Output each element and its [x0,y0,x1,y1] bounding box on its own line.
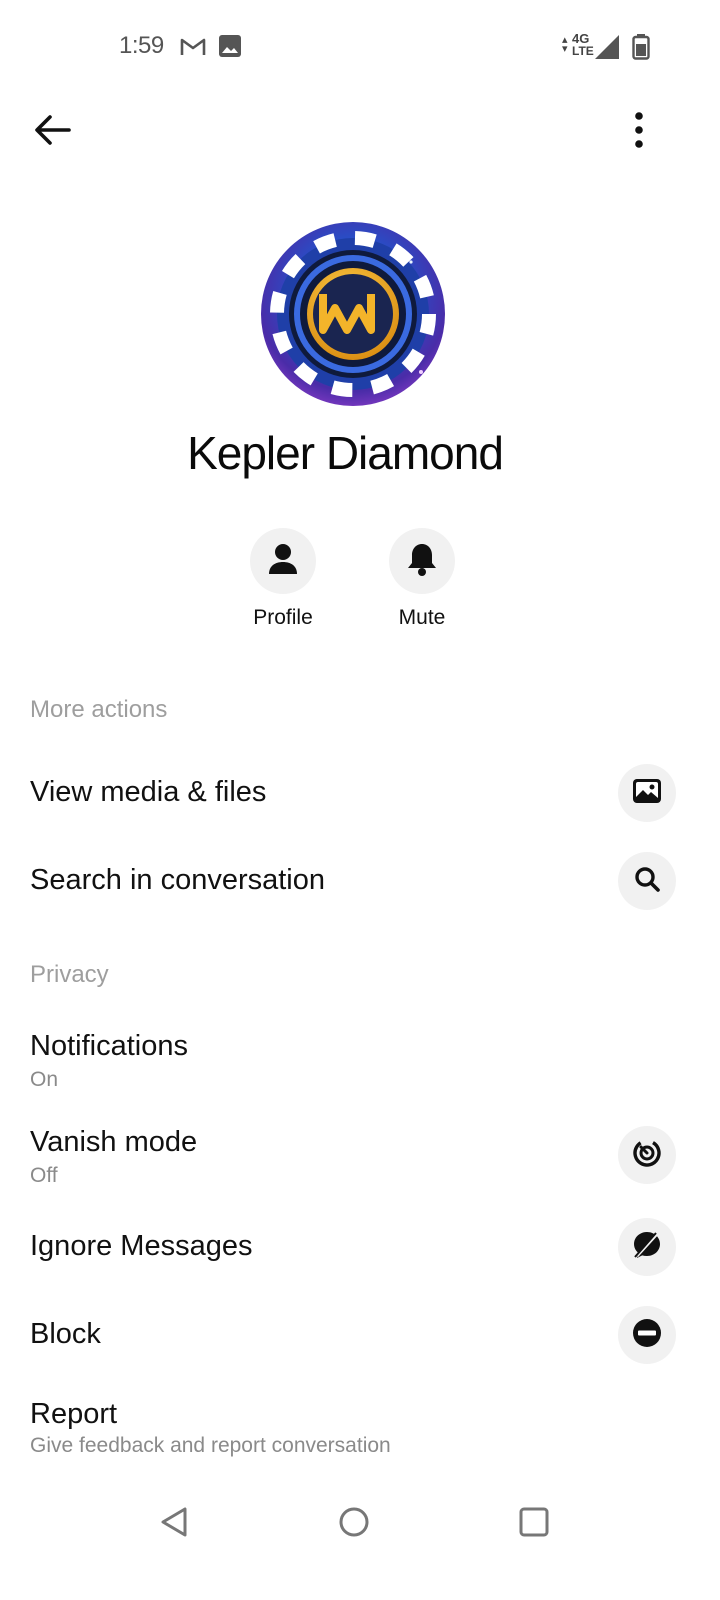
person-icon [268,543,298,580]
avatar[interactable] [261,222,445,406]
image-icon [633,778,661,808]
notifications-row[interactable]: Notifications On [0,1028,720,1098]
block-button[interactable] [618,1306,676,1364]
block-icon [632,1318,662,1353]
mute-label: Mute [398,606,446,629]
network-type-bottom: LTE [572,44,594,58]
privacy-header: Privacy [30,961,109,988]
more-actions-header: More actions [30,696,168,723]
vanish-mode-icon [632,1138,662,1173]
status-time: 1:59 [119,32,164,59]
view-media-button[interactable] [618,764,676,822]
nav-home-button[interactable] [332,1502,376,1546]
profile-label: Profile [253,606,313,629]
row-title: Search in conversation [30,864,325,896]
search-in-conversation-row[interactable]: Search in conversation [0,850,720,912]
back-button[interactable] [28,110,76,154]
gmail-icon [180,37,206,57]
row-title: Report [30,1398,118,1430]
row-title: Block [30,1318,101,1350]
home-circle-icon [338,1506,370,1543]
profile-icon-circle[interactable] [250,528,316,594]
row-title: Vanish mode [30,1126,198,1158]
mute-icon-circle[interactable] [389,528,455,594]
image-icon [219,35,241,57]
ignore-messages-icon [632,1230,662,1265]
block-row[interactable]: Block [0,1306,720,1366]
mute-button[interactable]: Mute [362,528,482,630]
signal-icon [594,34,620,60]
status-bar: 1:59 ▴ ▾ 4G LTE [0,0,720,96]
vanish-mode-row[interactable]: Vanish mode Off [0,1124,720,1194]
contact-name: Kepler Diamond [187,427,504,479]
row-title: Notifications [30,1030,188,1062]
ignore-messages-button[interactable] [618,1218,676,1276]
nav-back-button[interactable] [152,1502,196,1546]
network-arrows-icon: ▴ ▾ [562,34,568,55]
row-subtitle: On [30,1068,59,1091]
network-indicator: ▴ ▾ 4G LTE [562,32,594,60]
row-title: Ignore Messages [30,1230,253,1262]
row-title: View media & files [30,776,267,808]
back-triangle-icon [159,1506,189,1543]
ignore-messages-row[interactable]: Ignore Messages [0,1218,720,1278]
vanish-mode-button[interactable] [618,1126,676,1184]
report-row[interactable]: Report Give feedback and report conversa… [0,1396,720,1466]
bell-icon [407,542,437,581]
nav-recents-button[interactable] [512,1502,556,1546]
more-options-button[interactable] [618,110,660,154]
view-media-files-row[interactable]: View media & files [0,762,720,824]
recents-square-icon [519,1507,549,1542]
search-button[interactable] [618,852,676,910]
battery-icon [632,34,650,60]
row-subtitle: Give feedback and report conversation [30,1434,391,1457]
row-subtitle: Off [30,1164,58,1187]
search-icon [634,866,660,897]
profile-button[interactable]: Profile [223,528,343,630]
more-vert-icon [634,111,644,153]
arrow-left-icon [33,114,71,151]
